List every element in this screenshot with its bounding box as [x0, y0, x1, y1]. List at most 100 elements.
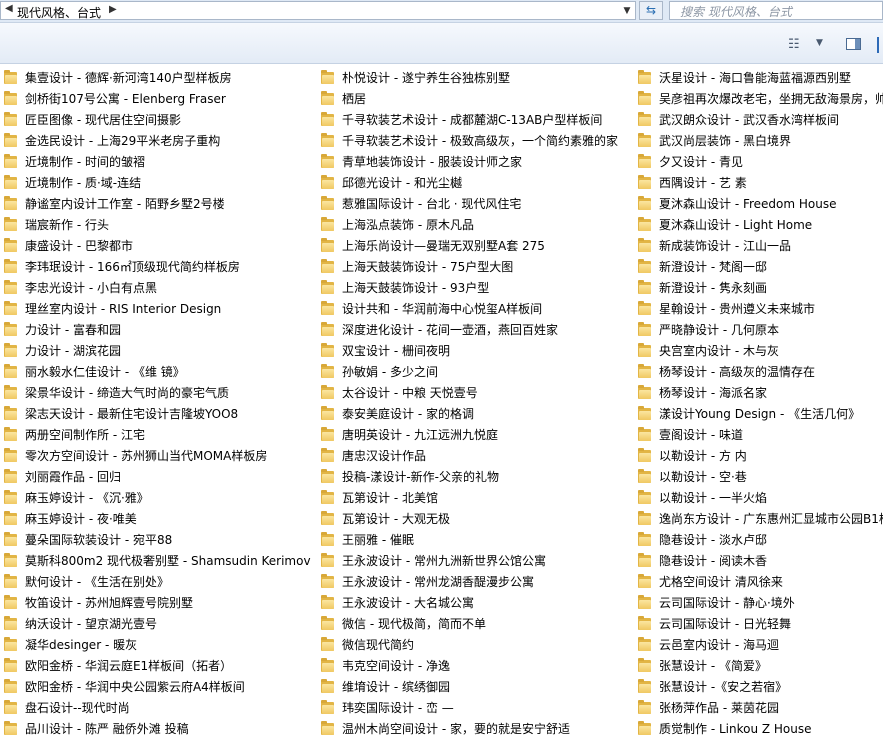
folder-icon	[638, 637, 651, 651]
folder-name: 力设计 - 富春和园	[25, 323, 121, 337]
folder-name: 栖居	[342, 92, 367, 106]
folder-icon	[4, 574, 17, 588]
folder-name: 漾设计Young Design - 《生活几何》	[659, 407, 861, 421]
folder-icon	[321, 301, 334, 315]
folder-name: 康盛设计 - 巴黎都市	[25, 239, 133, 253]
folder-name: 孙敏娟 - 多少之间	[342, 365, 438, 379]
folder-icon	[4, 259, 17, 273]
chevron-down-icon[interactable]: ▼	[619, 3, 635, 20]
folder-name: 剑桥街107号公寓 - Elenberg Fraser	[25, 92, 226, 106]
folder-icon	[638, 238, 651, 252]
folder-icon	[321, 196, 334, 210]
folder-icon	[4, 133, 17, 147]
folder-icon	[4, 448, 17, 462]
folder-name: 邱德光设计 - 和光尘樾	[342, 176, 462, 190]
chevron-right-icon[interactable]: ▶	[109, 4, 117, 15]
folder-name: 刘丽霞作品 - 回归	[25, 470, 121, 484]
folder-icon	[4, 595, 17, 609]
folder-icon	[4, 490, 17, 504]
folder-name: 夏沐森山设计 - Light Home	[659, 218, 813, 232]
folder-name: 设计共和 - 华润前海中心悦玺A样板间	[342, 302, 543, 316]
chevron-left-icon[interactable]: ◀	[5, 3, 13, 14]
folder-name: 近境制作 - 时间的皱褶	[25, 155, 145, 169]
folder-name: 梁景华设计 - 缔造大气时尚的豪宅气质	[25, 386, 229, 400]
search-input[interactable]	[678, 3, 883, 20]
folder-icon	[4, 385, 17, 399]
folder-icon	[321, 532, 334, 546]
folder-icon	[4, 427, 17, 441]
folder-icon	[4, 301, 17, 315]
address-path[interactable]: 现代风格、台式	[17, 4, 101, 21]
folder-icon	[321, 385, 334, 399]
folder-name: 沃星设计 - 海口鲁能海蓝福源西别墅	[659, 71, 851, 85]
folder-name: 双宝设计 - 栅间夜明	[342, 344, 450, 358]
folder-icon	[4, 532, 17, 546]
folder-icon	[321, 217, 334, 231]
folder-name: 牧笛设计 - 苏州旭辉壹号院别墅	[25, 596, 193, 610]
folder-name: 杨琴设计 - 海派名家	[659, 386, 767, 400]
folder-icon	[638, 448, 651, 462]
folder-icon	[321, 721, 334, 735]
folder-name: 王永波设计 - 常州九洲新世界公馆公寓	[342, 554, 546, 568]
folder-name: 静谧室内设计工作室 - 陌野乡墅2号楼	[25, 197, 225, 211]
folder-icon	[321, 553, 334, 567]
folder-name: 蔓朵国际软装设计 - 宛平88	[25, 533, 173, 547]
file-list: 集壹设计 - 德辉·新河湾140户型样板房 剑桥街107号公寓 - Elenber…	[0, 64, 883, 740]
help-icon[interactable]	[877, 37, 883, 53]
folder-icon	[638, 70, 651, 84]
preview-pane-icon[interactable]	[846, 38, 861, 50]
folder-name: 以勒设计 - 一半火焰	[659, 491, 767, 505]
folder-icon	[638, 280, 651, 294]
folder-icon	[4, 280, 17, 294]
folder-name: 凝华desinger - 暖灰	[25, 638, 138, 652]
folder-name: 唐忠汉设计作品	[342, 449, 427, 463]
folder-name: 上海泓点装饰 - 原木凡品	[342, 218, 474, 232]
folder-icon	[321, 175, 334, 189]
folder-name: 唐明英设计 - 九江远洲九悦庭	[342, 428, 498, 442]
folder-name: 惹雅国际设计 - 台北 · 现代风住宅	[342, 197, 522, 211]
folder-icon	[321, 70, 334, 84]
folder-name: 逸尚东方设计 - 广东惠州汇显城市公园B1样	[659, 512, 883, 526]
folder-icon	[321, 637, 334, 651]
folder-name: 夕又设计 - 青见	[659, 155, 743, 169]
folder-icon	[4, 511, 17, 525]
view-options-button[interactable]: ☷ ▼	[788, 37, 828, 53]
folder-name: 零次方空间设计 - 苏州狮山当代MOMA样板房	[25, 449, 268, 463]
folder-name: 丽水毅水仁佳设计 - 《维 镜》	[25, 365, 185, 379]
folder-icon	[321, 574, 334, 588]
folder-icon	[638, 553, 651, 567]
folder-icon	[4, 616, 17, 630]
folder-icon	[321, 91, 334, 105]
folder-name: 理丝室内设计 - RIS Interior Design	[25, 302, 222, 316]
folder-icon	[321, 469, 334, 483]
folder-icon	[638, 112, 651, 126]
folder-icon	[321, 700, 334, 714]
chevron-down-icon: ▼	[816, 38, 823, 48]
folder-icon	[638, 133, 651, 147]
folder-name: 维堉设计 - 缤绣御园	[342, 680, 450, 694]
folder-icon	[321, 490, 334, 504]
folder-name: 两册空间制作所 - 江宅	[25, 428, 145, 442]
folder-icon	[638, 490, 651, 504]
folder-icon	[4, 112, 17, 126]
folder-name: 质觉制作 - Linkou Z House	[659, 722, 812, 736]
folder-icon	[321, 616, 334, 630]
address-bar[interactable]: ◀ 现代风格、台式 ▶ ▼	[0, 1, 636, 20]
folder-name: 严晓静设计 - 几何原本	[659, 323, 779, 337]
folder-icon	[321, 406, 334, 420]
folder-name: 王丽雅 - 催眠	[342, 533, 414, 547]
folder-name: 新澄设计 - 梵阁一邸	[659, 260, 767, 274]
folder-icon	[638, 385, 651, 399]
folder-name: 匠臣图像 - 现代居住空间摄影	[25, 113, 181, 127]
folder-name: 麻玉婷设计 - 夜·唯美	[25, 512, 137, 526]
folder-name: 投稿-漾设计-新作-父亲的礼物	[342, 470, 499, 484]
folder-icon	[4, 700, 17, 714]
folder-icon	[638, 700, 651, 714]
folder-icon	[638, 406, 651, 420]
folder-name: 集壹设计 - 德辉·新河湾140户型样板房	[25, 71, 232, 85]
folder-name: 上海乐尚设计—曼瑞无双别墅A套 275	[342, 239, 545, 253]
folder-name: 欧阳金桥 - 华润中央公园紫云府A4样板间	[25, 680, 245, 694]
folder-name: 云司国际设计 - 日光轻舞	[659, 617, 791, 631]
search-box[interactable]	[669, 1, 883, 20]
refresh-icon[interactable]: ⇆	[639, 1, 663, 20]
